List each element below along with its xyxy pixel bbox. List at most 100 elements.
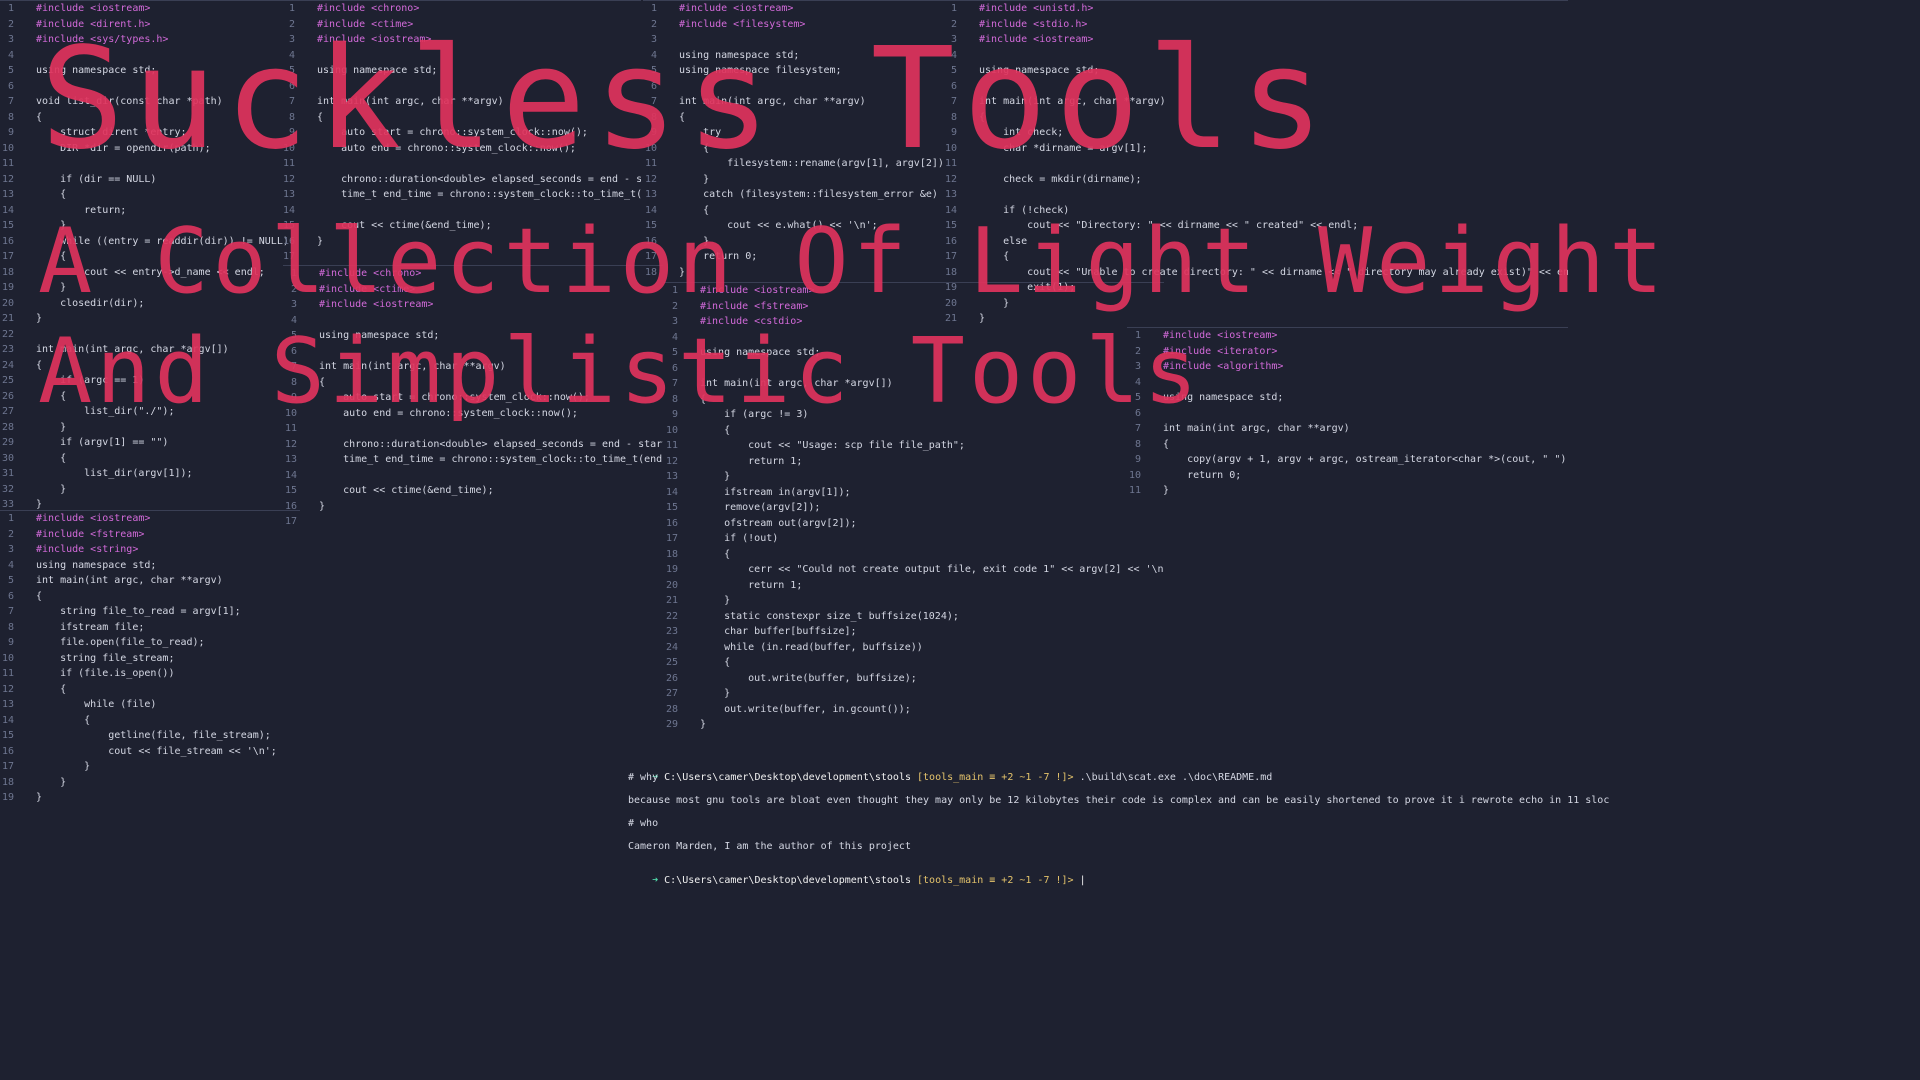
line-number: 14 bbox=[284, 469, 297, 481]
line-number: 6 bbox=[7, 590, 14, 602]
line-number: 17 bbox=[665, 533, 678, 544]
code-text: } bbox=[679, 235, 710, 247]
editor-pane-cp[interactable]: 1 #include <iostream> 2 #include <fstream> 3… bbox=[664, 282, 1164, 732]
line-number: 2 bbox=[288, 18, 295, 30]
code-text: out.write(buffer, buffsize); bbox=[700, 672, 917, 684]
code-line: 9 auto start = chrono::system_clock::now… bbox=[283, 390, 663, 406]
code-text: { bbox=[700, 548, 731, 560]
code-text: ifstream file; bbox=[36, 621, 145, 633]
terminal-active-prompt[interactable]: ➜ C:\Users\camer\Desktop\development\sto… bbox=[628, 864, 1568, 886]
code-line: 20 closedir(dir); bbox=[0, 296, 290, 312]
code-line: 14 return; bbox=[0, 203, 290, 219]
code-text: { bbox=[36, 714, 91, 726]
line-number: 14 bbox=[665, 486, 678, 498]
line-number: 7 bbox=[7, 96, 14, 107]
code-text: #include <algorithm> bbox=[1163, 361, 1284, 372]
code-line: 4 bbox=[1127, 375, 1568, 391]
code-line: 8 ifstream file; bbox=[0, 620, 300, 636]
editor-pane-ls[interactable]: 1 #include <iostream> 2 #include <dirent.h>… bbox=[0, 0, 290, 510]
code-line: 6{ bbox=[0, 589, 300, 605]
code-text: } bbox=[700, 471, 731, 482]
line-number: 16 bbox=[944, 235, 957, 247]
line-number: 17 bbox=[1, 761, 14, 772]
terminal[interactable]: ➜ C:\Users\camer\Desktop\development\sto… bbox=[628, 760, 1610, 887]
code-line: 10 DIR *dir = opendir(path); bbox=[0, 141, 290, 157]
line-number: 23 bbox=[665, 626, 678, 637]
code-text: if (!check) bbox=[979, 204, 1070, 216]
code-text: if (!out) bbox=[700, 533, 779, 544]
code-text: try bbox=[679, 127, 722, 138]
code-text: char buffer[buffsize]; bbox=[700, 626, 857, 637]
code-line: 3 #include <sys/types.h> bbox=[0, 32, 290, 48]
code-line: 28 out.write(buffer, in.gcount()); bbox=[664, 702, 1164, 718]
code-line: 21} bbox=[0, 311, 290, 327]
code-line: 12 return 1; bbox=[664, 454, 1164, 470]
code-text: #include <iostream> bbox=[700, 285, 815, 296]
line-number: 3 bbox=[950, 34, 957, 45]
line-number: 17 bbox=[944, 251, 957, 262]
line-number: 11 bbox=[1128, 485, 1141, 496]
code-line: 10 { bbox=[643, 141, 943, 157]
line-number: 14 bbox=[282, 204, 295, 216]
editor-pane-mv[interactable]: 1 #include <iostream> 2 #include <filesyste… bbox=[643, 0, 943, 282]
code-line: 11} bbox=[1127, 483, 1568, 499]
line-number: 10 bbox=[1128, 469, 1141, 481]
editor-pane-cat[interactable]: 1 #include <iostream> 2 #include <fstream> 3… bbox=[0, 510, 300, 810]
line-number: 11 bbox=[665, 440, 678, 451]
line-number: 18 bbox=[1, 776, 14, 788]
code-text: time_t end_time = chrono::system_clock::… bbox=[317, 189, 641, 200]
line-number: 6 bbox=[288, 80, 295, 92]
terminal-command: .\build\scat.exe .\doc\README.md bbox=[1079, 771, 1273, 783]
line-number: 4 bbox=[7, 49, 14, 61]
code-line: 14 { bbox=[643, 203, 943, 219]
line-number: 9 bbox=[650, 127, 657, 138]
code-text: catch (filesystem::filesystem_error &e) bbox=[679, 189, 938, 200]
line-number: 15 bbox=[282, 220, 295, 231]
code-line: 12 chrono::duration<double> elapsed_seco… bbox=[281, 172, 641, 188]
terminal-output-line: because most gnu tools are bloat even th… bbox=[628, 794, 1610, 806]
code-text: using namespace std; bbox=[679, 49, 800, 61]
code-line: 2 #include <ctime> bbox=[283, 282, 663, 298]
line-number: 12 bbox=[665, 455, 678, 467]
code-text: if (argv[1] == "") bbox=[36, 437, 169, 448]
code-text: #include <fstream> bbox=[36, 528, 145, 540]
line-number: 13 bbox=[1, 189, 14, 200]
line-number: 8 bbox=[671, 393, 678, 405]
code-text: } bbox=[36, 483, 67, 495]
line-number: 27 bbox=[665, 688, 678, 699]
line-number: 13 bbox=[644, 189, 657, 200]
code-line: 6 bbox=[281, 79, 641, 95]
code-line: 4 bbox=[283, 313, 663, 329]
code-text: #include <iostream> bbox=[36, 513, 151, 524]
code-line: 28 } bbox=[0, 420, 290, 436]
editor-pane-mkdir[interactable]: 1 #include <unistd.h> 2 #include <stdio.h> 3… bbox=[943, 0, 1568, 330]
code-line: 16} bbox=[281, 234, 641, 250]
code-line: 14 bbox=[283, 468, 663, 484]
code-line: 14 { bbox=[0, 713, 300, 729]
code-line: 15 cout << "Directory: " << dirname << "… bbox=[943, 218, 1568, 234]
editor-pane-time1[interactable]: 1 #include <chrono> 2 #include <ctime> 3 #inc… bbox=[281, 0, 641, 265]
line-number: 5 bbox=[950, 65, 957, 76]
line-number: 13 bbox=[665, 471, 678, 482]
code-text: { bbox=[1163, 438, 1170, 450]
code-text: out.write(buffer, in.gcount()); bbox=[700, 703, 911, 715]
line-number: 12 bbox=[282, 173, 295, 185]
line-number: 23 bbox=[1, 344, 14, 355]
editor-pane-echo[interactable]: 1 #include <iostream> 2 #include <iterator>… bbox=[1127, 327, 1568, 507]
code-line: 25 { bbox=[664, 655, 1164, 671]
line-number: 9 bbox=[1134, 454, 1141, 465]
code-text: cout << "Directory: " << dirname << " cr… bbox=[979, 220, 1359, 231]
line-number: 16 bbox=[284, 500, 297, 512]
code-line: 17 bbox=[283, 514, 663, 530]
code-line: 16 ofstream out(argv[2]); bbox=[664, 516, 1164, 532]
line-number: 8 bbox=[650, 111, 657, 123]
code-line: 19 } bbox=[0, 280, 290, 296]
code-line: 4 bbox=[0, 48, 290, 64]
line-number: 3 bbox=[1134, 361, 1141, 372]
editor-pane-time2[interactable]: 1 #include <chrono> 2 #include <ctime> 3 #inc… bbox=[283, 265, 663, 530]
code-line: 4 bbox=[664, 330, 1164, 346]
code-line: 5 using namespace std; bbox=[943, 63, 1568, 79]
line-number: 14 bbox=[944, 204, 957, 216]
code-text: static constexpr size_t buffsize(1024); bbox=[700, 610, 959, 622]
